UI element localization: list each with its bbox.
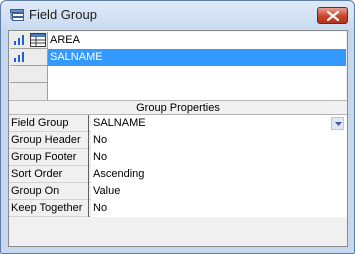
- bar-chart-icon: [14, 52, 24, 62]
- property-name: Sort Order: [11, 168, 63, 180]
- sort-order-value[interactable]: Ascending: [91, 166, 347, 183]
- chevron-down-icon: [335, 122, 342, 126]
- property-name: Group On: [11, 185, 60, 197]
- property-row-field-group: Field Group SALNAME: [9, 115, 347, 132]
- group-on-value[interactable]: Value: [91, 183, 347, 200]
- column-divider: [88, 132, 89, 149]
- column-divider: [88, 149, 89, 166]
- list-item[interactable]: SALNAME: [48, 49, 346, 66]
- field-group-icon: [10, 9, 24, 22]
- field-group-select[interactable]: SALNAME: [91, 115, 347, 132]
- grid-icon: [30, 33, 46, 47]
- property-row-group-header: Group Header No: [9, 132, 347, 149]
- keep-together-value[interactable]: No: [91, 200, 347, 217]
- property-row-keep-together: Keep Together No: [9, 200, 347, 217]
- group-header-value[interactable]: No: [91, 132, 347, 149]
- row-handles: [10, 32, 48, 100]
- column-divider: [88, 115, 89, 132]
- property-name: Group Footer: [11, 151, 77, 163]
- row-handle[interactable]: [10, 83, 48, 100]
- column-divider: [88, 166, 89, 183]
- field-group-window: Field Group AREA SALNAME Group Propertie…: [0, 0, 355, 254]
- property-name: Group Header: [11, 134, 81, 146]
- bar-chart-icon: [14, 35, 24, 45]
- column-divider: [88, 183, 89, 200]
- property-row-group-on: Group On Value: [9, 183, 347, 200]
- dialog-body: AREA SALNAME Group Properties Field Grou…: [8, 30, 348, 247]
- property-name: Keep Together: [11, 202, 83, 214]
- property-name: Field Group: [11, 117, 69, 129]
- property-value: SALNAME: [93, 117, 146, 129]
- row-handle[interactable]: [10, 66, 48, 83]
- property-row-group-footer: Group Footer No: [9, 149, 347, 166]
- dropdown-button[interactable]: [331, 117, 344, 130]
- row-handle[interactable]: [10, 32, 48, 49]
- property-row-sort-order: Sort Order Ascending: [9, 166, 347, 183]
- field-group-list: AREA SALNAME: [10, 32, 346, 100]
- close-button[interactable]: [317, 7, 348, 24]
- window-title: Field Group: [29, 7, 97, 22]
- group-properties-header: Group Properties: [9, 100, 347, 115]
- close-icon: [327, 11, 339, 21]
- title-bar[interactable]: Field Group: [1, 1, 354, 29]
- group-footer-value[interactable]: No: [91, 149, 347, 166]
- row-handle[interactable]: [10, 49, 48, 66]
- column-divider: [88, 200, 89, 217]
- list-item[interactable]: AREA: [48, 32, 346, 49]
